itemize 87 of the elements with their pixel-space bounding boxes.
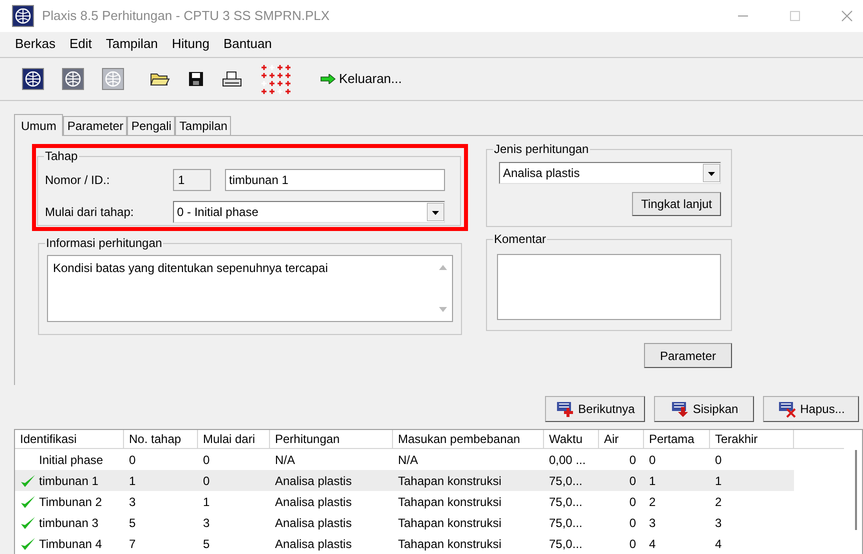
- menu-item[interactable]: Hitung: [164, 34, 216, 54]
- table-cell-text: 3: [129, 494, 136, 510]
- menu-item[interactable]: Bantuan: [216, 34, 279, 54]
- field-label: Nomor / ID.:: [45, 172, 111, 190]
- group-title: Tahap: [44, 149, 79, 164]
- group-title: Komentar: [493, 232, 548, 246]
- arrow-right-icon: [320, 74, 336, 84]
- table-cell-text: 0,00 ...: [549, 452, 586, 468]
- menu-item[interactable]: Tampilan: [98, 34, 165, 54]
- table-cell-text: 3: [715, 514, 722, 532]
- dropdown-arrow-icon[interactable]: [703, 164, 720, 182]
- table-cell-text: Tahapan konstruksi: [398, 472, 502, 490]
- phase-button[interactable]: Berikutnya: [545, 396, 645, 422]
- table-cell-text: Tahapan konstruksi: [398, 536, 502, 552]
- table-cell-text: 4: [649, 536, 656, 552]
- tab[interactable]: Umum: [14, 114, 64, 136]
- table-cell-text: 3: [649, 514, 656, 532]
- table-cell-text: 2: [649, 494, 656, 510]
- table-cell-text: 75,0...: [549, 536, 582, 552]
- table-cell-text: 4: [715, 536, 722, 552]
- open-folder-icon[interactable]: [150, 70, 170, 87]
- tab[interactable]: Parameter: [63, 116, 128, 136]
- table-cell-text: 0: [629, 472, 636, 490]
- table-cell-text: timbunan 1: [39, 472, 98, 490]
- table-cell-text: 0: [203, 452, 210, 468]
- comment-textarea[interactable]: [497, 254, 721, 320]
- field-label: Mulai dari tahap:: [45, 204, 135, 222]
- group-title: Informasi perhitungan: [45, 236, 164, 250]
- table-cell-text: 75,0...: [549, 472, 582, 490]
- table-delete-icon: [777, 400, 798, 418]
- table-cell-text: Analisa plastis: [275, 514, 352, 532]
- table-cell-text: Initial phase: [39, 452, 104, 468]
- globe-icon[interactable]: [22, 68, 44, 90]
- info-textarea[interactable]: Kondisi batas yang ditentukan sepenuhnya tercapai: [47, 255, 453, 322]
- table-cell-text: Analisa plastis: [275, 494, 352, 510]
- table-cell-text: Tahapan konstruksi: [398, 494, 502, 510]
- output-button[interactable]: Keluaran...: [320, 69, 402, 89]
- table-cell-text: 0: [629, 514, 636, 532]
- input-field[interactable]: timbunan 1: [225, 169, 445, 192]
- table-cell-text: Analisa plastis: [275, 472, 352, 490]
- close-icon[interactable]: [841, 10, 853, 22]
- table-insert-icon: [670, 400, 690, 418]
- table-cell-text: Timbunan 4: [39, 536, 102, 552]
- table-cell-text: 0: [203, 472, 210, 490]
- table-cell-text: 0: [629, 452, 636, 468]
- table-cell-text: 3: [203, 514, 210, 532]
- table-cell-text: Tahapan konstruksi: [398, 514, 502, 532]
- table-cell-text: timbunan 3: [39, 514, 98, 532]
- table-row[interactable]: timbunan 1 1 0 Analisa plastis Tahapan konstruksi 75,0... 0 1 1: [15, 470, 794, 491]
- phase-button[interactable]: Sisipkan: [654, 396, 754, 422]
- table-cell-text: 1: [649, 472, 656, 490]
- table-cell-text: 75,0...: [549, 514, 582, 532]
- menu-item[interactable]: Berkas: [8, 34, 62, 54]
- table-cell-text: 0: [715, 452, 722, 468]
- table-cell-text: 2: [715, 494, 722, 510]
- menu-item[interactable]: Edit: [62, 34, 99, 54]
- app-icon[interactable]: [12, 4, 34, 27]
- printer-icon[interactable]: [222, 70, 242, 87]
- table-cell-text: 7: [129, 536, 136, 552]
- table-cell-text: 1: [715, 472, 722, 490]
- table-cell-text: 5: [203, 536, 210, 552]
- advanced-button[interactable]: Tingkat lanjut: [632, 192, 721, 216]
- table-cell-text: 1: [203, 494, 210, 510]
- group-title: Jenis perhitungan: [493, 142, 590, 156]
- number-field: 1: [173, 169, 211, 192]
- calc-type-dropdown[interactable]: Analisa plastis: [499, 162, 721, 184]
- table-cell-text: 1: [129, 472, 136, 490]
- table-cell-text: N/A: [275, 452, 296, 468]
- tab[interactable]: Pengali: [127, 116, 176, 136]
- table-cell-text: Timbunan 2: [39, 494, 102, 510]
- table-cell-text: 5: [129, 514, 136, 532]
- phase-dropdown[interactable]: 0 - Initial phase: [173, 201, 445, 224]
- table-cell-text: 0: [649, 452, 656, 468]
- window-title: Plaxis 8.5 Perhitungan - CPTU 3 SS SMPRN.PLX: [42, 7, 330, 26]
- table-add-icon: [555, 400, 576, 418]
- table-cell-text: 0: [629, 536, 636, 552]
- table-cell-text: N/A: [398, 452, 418, 468]
- table-cell-text: 75,0...: [549, 494, 582, 510]
- dropdown-arrow-icon[interactable]: [427, 203, 444, 222]
- parameter-button[interactable]: Parameter: [644, 343, 732, 368]
- table-cell-text: 0: [629, 494, 636, 510]
- table-cell-text: Analisa plastis: [275, 536, 352, 552]
- table-cell-text: 0: [129, 452, 136, 468]
- save-icon[interactable]: [188, 70, 204, 87]
- phase-button[interactable]: Hapus...: [763, 396, 859, 422]
- tab[interactable]: Tampilan: [175, 116, 232, 136]
- info-text: Kondisi batas yang ditentukan sepenuhnya tercapai: [52, 260, 329, 278]
